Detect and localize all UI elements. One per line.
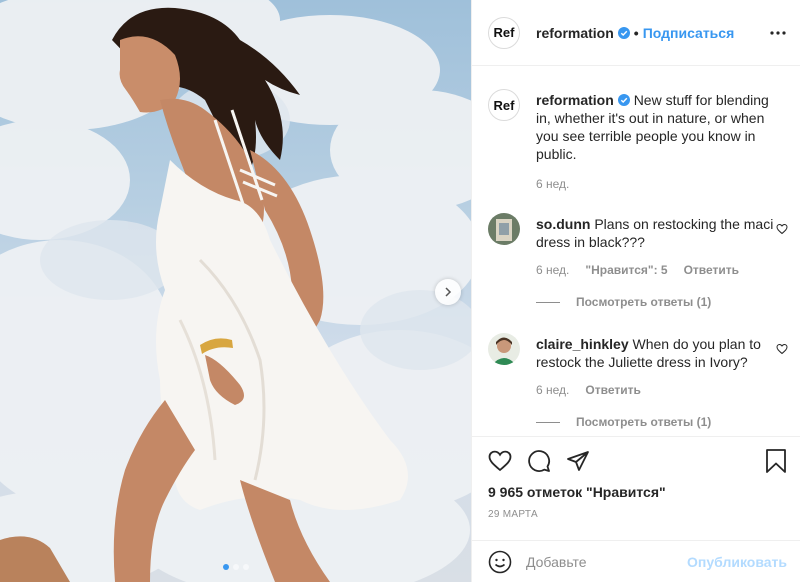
comment-username[interactable]: claire_hinkley (536, 336, 629, 352)
carousel-dot (222, 564, 229, 570)
comment-likes[interactable]: "Нравится": 5 (585, 263, 667, 277)
caption-time[interactable]: 6 нед. (536, 177, 569, 191)
share-paper-plane-icon[interactable] (566, 449, 590, 473)
caption-username[interactable]: reformation (536, 92, 614, 108)
comments-section[interactable]: Ref reformation New stuff for blending i… (472, 67, 800, 436)
avatar-text: Ref (493, 97, 515, 113)
follow-button[interactable]: Подписаться (643, 25, 735, 41)
separator: • (633, 24, 639, 41)
comment-meta: 6 нед. "Нравится": 5 Ответить (536, 263, 739, 277)
carousel-dot (242, 564, 249, 570)
caption: Ref reformation New stuff for blending i… (488, 89, 788, 199)
author-username[interactable]: reformation (536, 25, 614, 41)
comment-item: claire_hinkley When do you plan to resto… (488, 333, 788, 433)
verified-badge-icon (617, 26, 630, 39)
comment-username[interactable]: so.dunn (536, 216, 590, 232)
more-options-button[interactable] (769, 24, 787, 42)
chevron-right-icon (445, 287, 452, 297)
comment-time[interactable]: 6 нед. (536, 383, 569, 397)
avatar[interactable]: Ref (488, 89, 520, 121)
bookmark-icon (766, 449, 786, 473)
comment-bubble-icon[interactable] (527, 449, 551, 473)
instagram-post: Ref reformation • Подписаться Ref reform… (0, 0, 800, 582)
more-dots-icon (770, 31, 786, 35)
save-post-button[interactable] (765, 449, 787, 473)
publish-button[interactable]: Опубликовать (687, 554, 787, 570)
comment-meta: 6 нед. Ответить (536, 383, 641, 397)
post-image[interactable] (0, 0, 471, 582)
caption-meta: 6 нед. (536, 177, 569, 191)
likes-count[interactable]: 9 965 отметок "Нравится" (488, 484, 666, 500)
post-actions: 9 965 отметок "Нравится" 29 МАРТА (472, 436, 800, 546)
caption-text-block: reformation New stuff for blending in, w… (536, 91, 776, 163)
comment-text-block: so.dunn Plans on restocking the maci dre… (536, 215, 776, 251)
post-header: Ref reformation • Подписаться (472, 0, 800, 66)
view-replies-label: Посмотреть ответы (1) (576, 295, 712, 309)
post-side-panel: Ref reformation • Подписаться Ref reform… (471, 0, 800, 582)
next-slide-button[interactable] (435, 279, 461, 305)
replies-line (536, 421, 560, 423)
comment-item: so.dunn Plans on restocking the maci dre… (488, 213, 788, 313)
like-comment-heart-icon[interactable] (776, 343, 788, 355)
like-heart-icon[interactable] (488, 449, 512, 473)
avatar-photo (488, 333, 520, 365)
view-replies-button[interactable]: Посмотреть ответы (1) (536, 415, 711, 429)
reply-button[interactable]: Ответить (684, 263, 739, 277)
comment-input[interactable]: Добавьте (526, 554, 687, 570)
view-replies-button[interactable]: Посмотреть ответы (1) (536, 295, 711, 309)
comment-time[interactable]: 6 нед. (536, 263, 569, 277)
avatar-photo (488, 213, 520, 245)
avatar[interactable] (488, 213, 520, 245)
action-icons (488, 449, 590, 473)
avatar[interactable]: Ref (488, 16, 520, 49)
comment-text-block: claire_hinkley When do you plan to resto… (536, 335, 776, 371)
avatar-text: Ref (493, 25, 515, 40)
carousel-indicator (0, 564, 471, 570)
replies-line (536, 301, 560, 303)
reply-button[interactable]: Ответить (585, 383, 640, 397)
avatar[interactable] (488, 333, 520, 365)
add-comment-bar: Добавьте Опубликовать (472, 540, 800, 582)
verified-badge-icon (617, 94, 630, 106)
carousel-dot (232, 564, 239, 570)
view-replies-label: Посмотреть ответы (1) (576, 415, 712, 429)
photo-woman-white-dress (0, 0, 471, 582)
emoji-smile-icon[interactable] (488, 550, 512, 574)
post-date[interactable]: 29 МАРТА (488, 509, 538, 520)
like-comment-heart-icon[interactable] (776, 223, 788, 235)
